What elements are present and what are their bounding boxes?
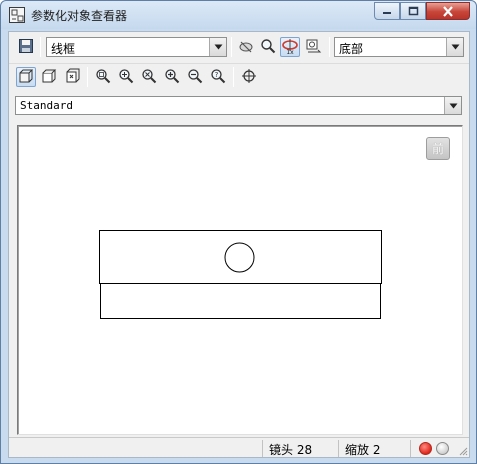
resize-grip-icon[interactable]	[458, 446, 468, 456]
zoom-icon	[260, 38, 276, 57]
chevron-down-icon[interactable]	[446, 38, 463, 56]
client-area: 线框 1x 底部 ? Standard 前 镜头 28 缩放 2	[8, 31, 470, 458]
toolbar-separator	[231, 37, 232, 57]
zoom-in-button[interactable]	[162, 67, 182, 87]
crosshair-button[interactable]	[239, 67, 259, 87]
viewer-window: 参数化对象查看器 线框 1x 底部 ? Standard 前 镜头 28 缩放 …	[0, 0, 477, 464]
view-home-icon	[18, 68, 34, 87]
maximize-button[interactable]	[400, 2, 426, 20]
status-red-indicator-icon[interactable]	[419, 442, 432, 455]
status-bar: 镜头 28 缩放 2	[9, 437, 469, 457]
zoom-realtime-icon	[95, 68, 111, 87]
view-toolbar: ?	[9, 63, 469, 91]
hide-objects-button[interactable]	[236, 37, 256, 57]
sun-icon	[305, 38, 323, 57]
zoom-out-button[interactable]	[185, 67, 205, 87]
zoom-realtime-button[interactable]	[93, 67, 113, 87]
chevron-down-icon[interactable]	[209, 38, 226, 56]
hole-circle	[224, 242, 255, 273]
zoom-previous-icon: ?	[210, 68, 226, 87]
view-home-button[interactable]	[16, 67, 36, 87]
svg-text:?: ?	[215, 71, 219, 79]
lower-rectangle	[100, 283, 381, 319]
pan-button[interactable]	[62, 67, 82, 87]
toolbar-separator	[40, 37, 41, 57]
toolbar-separator	[87, 67, 88, 87]
zoom-window-icon	[118, 68, 134, 87]
drawing-viewport[interactable]: 前	[17, 125, 463, 435]
pan-icon	[64, 68, 80, 87]
title-bar[interactable]: 参数化对象查看器	[1, 1, 476, 29]
main-toolbar: 线框 1x 底部	[9, 32, 469, 62]
status-indicators	[410, 440, 458, 457]
ucs-value: Standard	[20, 99, 73, 112]
ucs-select[interactable]: Standard	[15, 96, 462, 115]
parametric-object-drawing[interactable]	[18, 126, 462, 434]
lens-status: 镜头 28	[262, 440, 338, 457]
window-controls	[374, 2, 470, 21]
orbit-button[interactable]: 1x	[280, 37, 300, 57]
lens-value: 镜头 28	[269, 443, 313, 457]
orbit-icon: 1x	[281, 37, 299, 58]
zoom-window-button[interactable]	[116, 67, 136, 87]
view-cube-button[interactable]	[39, 67, 59, 87]
zoom-button[interactable]	[258, 37, 278, 57]
zoom-value: 缩放 2	[345, 443, 381, 457]
window-title: 参数化对象查看器	[31, 9, 128, 23]
toolbar-separator	[233, 67, 234, 87]
zoom-status: 缩放 2	[338, 440, 410, 457]
app-icon	[9, 7, 25, 23]
zoom-previous-button[interactable]: ?	[208, 67, 228, 87]
view-direction-value: 底部	[339, 42, 364, 56]
visual-style-value: 线框	[51, 42, 76, 56]
chevron-down-icon[interactable]	[444, 97, 461, 114]
view-cube-icon	[41, 68, 57, 87]
zoom-extents-button[interactable]	[139, 67, 159, 87]
view-direction-select[interactable]: 底部	[334, 37, 464, 57]
sun-settings-button[interactable]	[304, 37, 324, 57]
minimize-button[interactable]	[374, 2, 400, 20]
toolbar-separator	[329, 37, 330, 57]
visual-style-select[interactable]: 线框	[46, 37, 227, 57]
save-icon	[18, 38, 34, 57]
close-button[interactable]	[426, 2, 470, 20]
upper-rectangle	[99, 230, 382, 284]
save-button[interactable]	[16, 37, 36, 57]
svg-text:1x: 1x	[286, 49, 294, 55]
zoom-in-icon	[164, 68, 180, 87]
zoom-extents-icon	[141, 68, 157, 87]
status-grey-indicator-icon[interactable]	[436, 442, 449, 455]
crosshair-icon	[241, 68, 257, 87]
hide-icon	[238, 38, 254, 57]
zoom-out-icon	[187, 68, 203, 87]
